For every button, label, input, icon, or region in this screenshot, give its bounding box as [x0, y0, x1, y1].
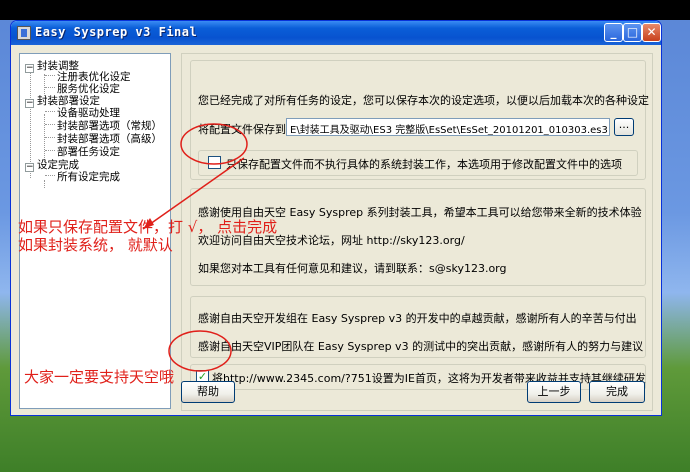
thanks-text-3: 如果您对本工具有任何意见和建议，请到联系：s@sky123.org — [198, 262, 507, 275]
only-save-label[interactable]: 只保存配置文件而不执行具体的系统封装工作，本选项用于修改配置文件中的选项 — [226, 156, 622, 172]
credits-text-2: 感谢自由天空VIP团队在 Easy Sysprep v3 的测试中的突出贡献，感… — [198, 340, 644, 353]
window-title: Easy Sysprep v3 Final — [35, 25, 198, 39]
save-location-label: 将配置文件保存到 — [198, 123, 286, 136]
app-icon — [17, 26, 31, 40]
finish-button[interactable]: 完成 — [589, 381, 645, 403]
annotation-text-2: 如果封装系统， 就默认 — [18, 236, 173, 254]
maximize-button[interactable]: □ — [623, 23, 642, 42]
close-button[interactable]: ✕ — [642, 23, 661, 42]
annotation-text-3: 大家一定要支持天空哦 — [24, 368, 175, 386]
previous-button[interactable]: 上一步 — [527, 381, 581, 403]
browse-button[interactable]: ... — [614, 118, 634, 136]
intro-text: 您已经完成了对所有任务的设定，您可以保存本次的设定选项，以便以后加载本次的各种设… — [198, 94, 649, 107]
help-button[interactable]: 帮助 — [181, 381, 235, 403]
minimize-button[interactable]: _ — [604, 23, 623, 42]
screen-top-bar — [0, 0, 690, 20]
only-save-checkbox[interactable] — [208, 156, 221, 169]
collapse-icon[interactable]: − — [25, 163, 34, 172]
tree-item-all-complete[interactable]: 所有设定完成 — [57, 169, 120, 184]
collapse-icon[interactable]: − — [25, 99, 34, 108]
title-bar[interactable]: Easy Sysprep v3 Final _ □ ✕ — [11, 21, 661, 45]
credits-text-1: 感谢自由天空开发组在 Easy Sysprep v3 的开发中的卓越贡献，感谢所… — [198, 312, 637, 325]
collapse-icon[interactable]: − — [25, 64, 34, 73]
config-path-input[interactable]: E\封装工具及驱动\ES3 完整版\EsSet\EsSet_20101201_0… — [286, 118, 610, 136]
